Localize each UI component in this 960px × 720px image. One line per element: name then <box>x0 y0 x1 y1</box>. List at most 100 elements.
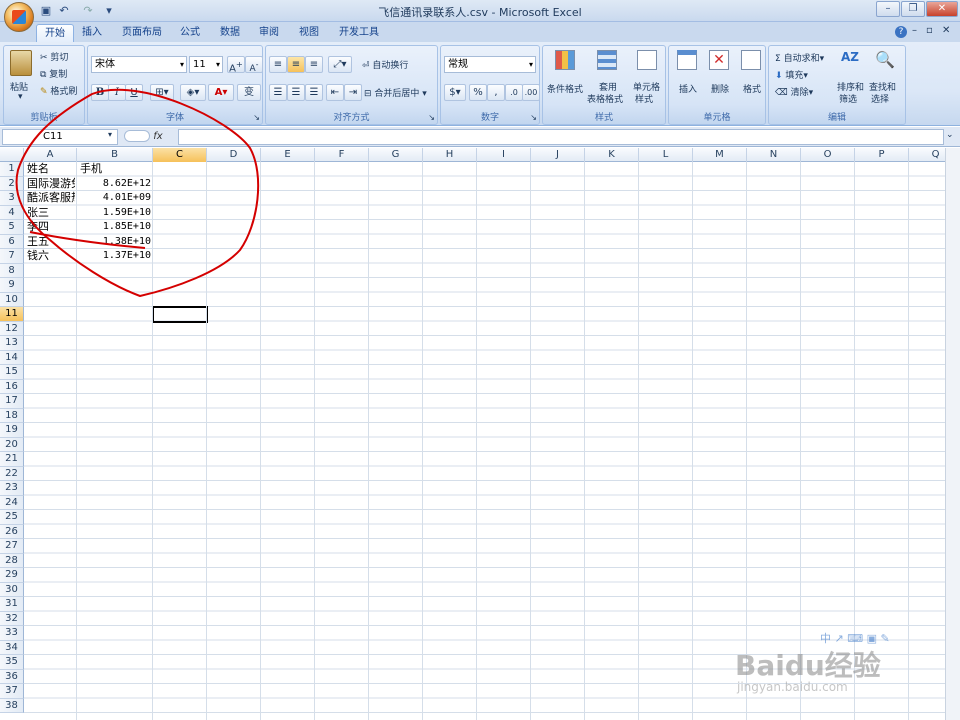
row-header-4[interactable]: 4 <box>0 205 24 220</box>
row-header-1[interactable]: 1 <box>0 162 24 177</box>
cell-a7[interactable]: 钱六 <box>27 249 75 263</box>
formula-input[interactable] <box>178 129 944 145</box>
font-dialog-launcher-icon[interactable]: ↘ <box>253 113 260 122</box>
font-name-select[interactable]: 宋体 ▾ <box>91 56 187 73</box>
font-size-select[interactable]: 11 ▾ <box>189 56 223 73</box>
column-header-c[interactable]: C <box>153 148 207 162</box>
tab-insert[interactable]: 插入 <box>74 24 110 42</box>
align-center-icon[interactable]: ☰ <box>287 84 305 101</box>
format-cells-icon[interactable] <box>741 50 761 70</box>
row-header-18[interactable]: 18 <box>0 408 24 423</box>
ribbon-minimize-icon[interactable]: – <box>912 25 917 36</box>
border-icon[interactable]: ⊞▾ <box>150 84 174 101</box>
row-header-23[interactable]: 23 <box>0 481 24 496</box>
paste-icon[interactable] <box>10 50 32 76</box>
sort-filter-icon[interactable]: AZ <box>841 50 861 72</box>
row-header-38[interactable]: 38 <box>0 698 24 713</box>
insert-cells-icon[interactable] <box>677 50 697 70</box>
number-format-select[interactable]: 常规 ▾ <box>444 56 536 73</box>
row-header-29[interactable]: 29 <box>0 568 24 583</box>
close-button[interactable]: ✕ <box>926 1 958 17</box>
fx-button[interactable]: fx <box>124 129 176 145</box>
row-header-12[interactable]: 12 <box>0 321 24 336</box>
decrease-decimal-icon[interactable]: .00 <box>522 84 540 101</box>
cell-a6[interactable]: 王五 <box>27 235 75 249</box>
row-header-27[interactable]: 27 <box>0 539 24 554</box>
tab-view[interactable]: 视图 <box>291 24 327 42</box>
workbook-close-icon[interactable]: ✕ <box>942 25 950 36</box>
row-header-26[interactable]: 26 <box>0 524 24 539</box>
autosum-button[interactable]: Σ 自动求和▾ <box>775 51 824 64</box>
select-all-corner[interactable] <box>0 148 24 162</box>
find-select-icon[interactable]: 🔍 <box>875 50 897 70</box>
tab-page-layout[interactable]: 页面布局 <box>114 24 170 42</box>
column-header-g[interactable]: G <box>369 148 423 162</box>
cell-b4[interactable]: 1.59E+10 <box>80 206 151 220</box>
cell-b2[interactable]: 8.62E+12 <box>80 177 151 191</box>
align-right-icon[interactable]: ☰ <box>305 84 323 101</box>
row-header-13[interactable]: 13 <box>0 336 24 351</box>
row-header-21[interactable]: 21 <box>0 452 24 467</box>
underline-button[interactable]: U <box>125 84 143 101</box>
save-icon[interactable]: ▣ <box>38 3 54 19</box>
row-header-37[interactable]: 37 <box>0 684 24 699</box>
cell-styles-icon[interactable] <box>637 50 657 70</box>
cell-b7[interactable]: 1.37E+10 <box>80 249 151 263</box>
column-header-e[interactable]: E <box>261 148 315 162</box>
column-header-o[interactable]: O <box>801 148 855 162</box>
bold-button[interactable]: B <box>91 84 109 101</box>
paste-dropdown-icon[interactable]: ▾ <box>18 92 23 102</box>
row-header-28[interactable]: 28 <box>0 553 24 568</box>
tab-home[interactable]: 开始 <box>36 24 74 42</box>
merge-center-button[interactable]: ⊟ 合并后居中 ▾ <box>364 86 427 99</box>
column-header-n[interactable]: N <box>747 148 801 162</box>
row-header-17[interactable]: 17 <box>0 394 24 409</box>
row-header-2[interactable]: 2 <box>0 176 24 191</box>
row-header-32[interactable]: 32 <box>0 611 24 626</box>
font-color-button[interactable]: A▾ <box>208 84 234 101</box>
column-header-l[interactable]: L <box>639 148 693 162</box>
worksheet-grid[interactable]: ABCDEFGHIJKLMNOPQ 1 2 3 4 5 6 7 8 9 10 11 12 13 14 15 1… <box>0 148 945 720</box>
help-icon[interactable]: ? <box>895 26 907 38</box>
row-header-14[interactable]: 14 <box>0 350 24 365</box>
grow-font-button[interactable]: A+ <box>227 56 245 74</box>
formula-expand-icon[interactable] <box>124 130 150 142</box>
tab-review[interactable]: 审阅 <box>251 24 287 42</box>
column-header-d[interactable]: D <box>207 148 261 162</box>
column-header-i[interactable]: I <box>477 148 531 162</box>
row-header-9[interactable]: 9 <box>0 278 24 293</box>
cell-a5[interactable]: 李四 <box>27 220 75 234</box>
undo-icon[interactable]: ↶ <box>56 3 72 19</box>
conditional-format-label[interactable]: 条件格式 <box>547 82 583 95</box>
row-header-25[interactable]: 25 <box>0 510 24 525</box>
name-box-dropdown-icon[interactable]: ▾ <box>108 130 112 139</box>
currency-icon[interactable]: $▾ <box>444 84 466 101</box>
cell-styles-label2[interactable]: 样式 <box>635 92 653 105</box>
align-bottom-icon[interactable]: ≡ <box>305 56 323 73</box>
tab-developer[interactable]: 开发工具 <box>331 24 387 42</box>
cell-b5[interactable]: 1.85E+10 <box>80 220 151 234</box>
cell-a2[interactable]: 国际漫游免 <box>27 177 75 191</box>
increase-indent-icon[interactable]: ⇥ <box>344 84 362 101</box>
column-header-a[interactable]: A <box>24 148 77 162</box>
cut-button[interactable]: ✂ 剪切 <box>40 50 68 63</box>
row-header-34[interactable]: 34 <box>0 640 24 655</box>
minimize-button[interactable]: – <box>876 1 900 17</box>
cell-b3[interactable]: 4.01E+09 <box>80 191 151 205</box>
row-header-16[interactable]: 16 <box>0 379 24 394</box>
cell-a4[interactable]: 张三 <box>27 206 75 220</box>
redo-icon[interactable]: ↷ <box>80 3 96 19</box>
row-header-8[interactable]: 8 <box>0 263 24 278</box>
phonetic-button[interactable]: 变 <box>237 84 261 101</box>
row-header-11[interactable]: 11 <box>0 307 24 322</box>
tab-formulas[interactable]: 公式 <box>172 24 208 42</box>
row-header-3[interactable]: 3 <box>0 191 24 206</box>
increase-decimal-icon[interactable]: .0 <box>505 84 523 101</box>
active-cell-c11[interactable] <box>152 306 208 323</box>
row-header-7[interactable]: 7 <box>0 249 24 264</box>
align-top-icon[interactable]: ≡ <box>269 56 287 73</box>
row-header-31[interactable]: 31 <box>0 597 24 612</box>
row-header-5[interactable]: 5 <box>0 220 24 235</box>
decrease-indent-icon[interactable]: ⇤ <box>326 84 344 101</box>
alignment-dialog-launcher-icon[interactable]: ↘ <box>428 113 435 122</box>
